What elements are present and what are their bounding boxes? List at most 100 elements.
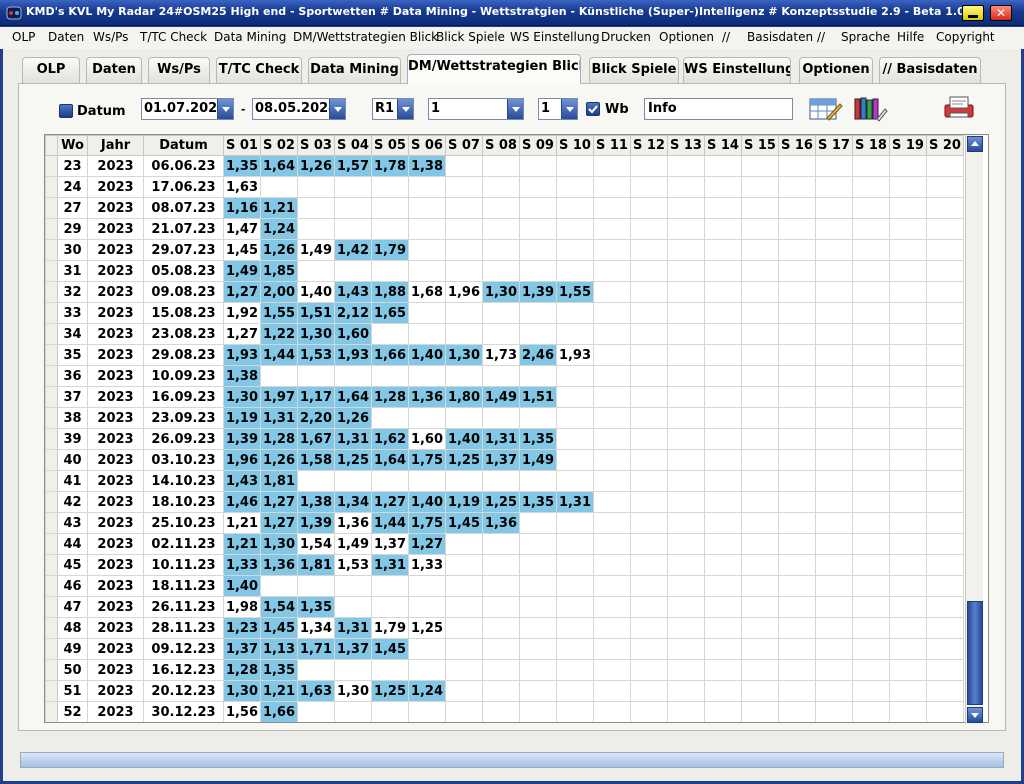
cell-s05[interactable]: 1,88: [371, 281, 409, 303]
cell-s19[interactable]: [889, 344, 927, 366]
row-indicator[interactable]: [45, 449, 58, 471]
cell-s05[interactable]: [371, 470, 409, 492]
cell-s07[interactable]: [445, 596, 483, 618]
cell-s16[interactable]: [778, 365, 816, 387]
col-header-s11[interactable]: S 11: [593, 135, 631, 156]
cell-s19[interactable]: [889, 638, 927, 660]
cell-s04[interactable]: 1,31: [334, 428, 372, 450]
cell-s07[interactable]: [445, 470, 483, 492]
cell-wo[interactable]: 52: [57, 701, 88, 722]
cell-s13[interactable]: [667, 344, 705, 366]
cell-s05[interactable]: 1,37: [371, 533, 409, 555]
cell-s06[interactable]: 1,40: [408, 491, 446, 513]
cell-s05[interactable]: 1,66: [371, 344, 409, 366]
cell-s16[interactable]: [778, 197, 816, 219]
cell-s14[interactable]: [704, 701, 742, 722]
cell-datum[interactable]: 20.12.23: [143, 680, 224, 702]
cell-s14[interactable]: [704, 407, 742, 429]
cell-s09[interactable]: [519, 659, 557, 681]
cell-s20[interactable]: [926, 176, 964, 198]
cell-s08[interactable]: [482, 302, 520, 324]
cell-s13[interactable]: [667, 491, 705, 513]
cell-s18[interactable]: [852, 659, 890, 681]
cell-s10[interactable]: [556, 386, 594, 408]
cell-s14[interactable]: [704, 554, 742, 576]
cell-jahr[interactable]: 2023: [87, 554, 144, 576]
cell-s08[interactable]: [482, 533, 520, 555]
cell-s19[interactable]: [889, 197, 927, 219]
cell-s17[interactable]: [815, 386, 853, 408]
cell-s06[interactable]: 1,24: [408, 680, 446, 702]
cell-s08[interactable]: 1,30: [482, 281, 520, 303]
cell-s05[interactable]: [371, 260, 409, 282]
table-edit-icon[interactable]: [807, 96, 843, 122]
cell-s09[interactable]: [519, 407, 557, 429]
table-row[interactable]: 46 2023 18.11.23 1,40: [45, 575, 964, 597]
cell-s02[interactable]: 1,28: [260, 428, 298, 450]
books-icon[interactable]: [852, 96, 888, 122]
cell-s20[interactable]: [926, 302, 964, 324]
cell-s02[interactable]: 2,00: [260, 281, 298, 303]
chevron-down-icon[interactable]: [329, 99, 345, 119]
cell-s06[interactable]: [408, 638, 446, 660]
cell-s19[interactable]: [889, 659, 927, 681]
cell-s15[interactable]: [741, 260, 779, 282]
cell-s06[interactable]: [408, 239, 446, 261]
row-indicator[interactable]: [45, 323, 58, 345]
tab-ws-ps[interactable]: Ws/Ps: [148, 57, 210, 83]
table-row[interactable]: 29 2023 21.07.23 1,47 1,24: [45, 218, 964, 240]
cell-s12[interactable]: [630, 470, 668, 492]
cell-s17[interactable]: [815, 470, 853, 492]
cell-s15[interactable]: [741, 533, 779, 555]
cell-wo[interactable]: 37: [57, 386, 88, 408]
cell-s03[interactable]: 1,40: [297, 281, 335, 303]
cell-s07[interactable]: 1,96: [445, 281, 483, 303]
cell-s20[interactable]: [926, 218, 964, 240]
cell-s14[interactable]: [704, 491, 742, 513]
cell-datum[interactable]: 05.08.23: [143, 260, 224, 282]
cell-s17[interactable]: [815, 407, 853, 429]
cell-s01[interactable]: 1,35: [223, 155, 261, 177]
row-indicator[interactable]: [45, 197, 58, 219]
cell-s01[interactable]: 1,37: [223, 638, 261, 660]
cell-s10[interactable]: [556, 407, 594, 429]
chevron-down-icon[interactable]: [561, 99, 577, 119]
cell-s08[interactable]: [482, 197, 520, 219]
cell-s05[interactable]: 1,25: [371, 680, 409, 702]
cell-s05[interactable]: [371, 176, 409, 198]
cell-jahr[interactable]: 2023: [87, 407, 144, 429]
cell-s14[interactable]: [704, 659, 742, 681]
cell-jahr[interactable]: 2023: [87, 365, 144, 387]
cell-s18[interactable]: [852, 470, 890, 492]
cell-s09[interactable]: [519, 470, 557, 492]
cell-s14[interactable]: [704, 575, 742, 597]
cell-s12[interactable]: [630, 344, 668, 366]
cell-wo[interactable]: 35: [57, 344, 88, 366]
cell-s13[interactable]: [667, 365, 705, 387]
row-indicator[interactable]: [45, 176, 58, 198]
cell-datum[interactable]: 14.10.23: [143, 470, 224, 492]
cell-s01[interactable]: 1,27: [223, 323, 261, 345]
cell-jahr[interactable]: 2023: [87, 176, 144, 198]
cell-s05[interactable]: 1,79: [371, 617, 409, 639]
cell-s19[interactable]: [889, 575, 927, 597]
tab-t-tc-check[interactable]: T/TC Check: [216, 57, 302, 83]
cell-jahr[interactable]: 2023: [87, 470, 144, 492]
cell-s14[interactable]: [704, 281, 742, 303]
cell-s07[interactable]: [445, 638, 483, 660]
cell-datum[interactable]: 10.11.23: [143, 554, 224, 576]
cell-s19[interactable]: [889, 470, 927, 492]
row-indicator[interactable]: [45, 554, 58, 576]
cell-s03[interactable]: 1,71: [297, 638, 335, 660]
cell-s15[interactable]: [741, 155, 779, 177]
cell-s11[interactable]: [593, 281, 631, 303]
cell-s09[interactable]: [519, 533, 557, 555]
close-button[interactable]: ✕: [990, 5, 1012, 21]
cell-s04[interactable]: 1,53: [334, 554, 372, 576]
cell-s05[interactable]: [371, 407, 409, 429]
cell-s18[interactable]: [852, 218, 890, 240]
cell-s01[interactable]: 1,28: [223, 659, 261, 681]
cell-s15[interactable]: [741, 302, 779, 324]
cell-datum[interactable]: 21.07.23: [143, 218, 224, 240]
cell-s02[interactable]: 1,26: [260, 239, 298, 261]
